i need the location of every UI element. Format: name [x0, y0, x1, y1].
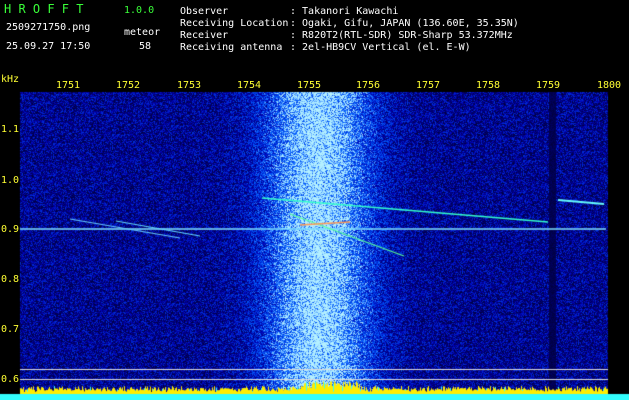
location-label: Receiving Location	[180, 18, 289, 29]
time-tick-1756: 1756	[355, 80, 381, 91]
receiver-value: : R820T2(RTL-SDR) SDR-Sharp 53.372MHz	[290, 30, 513, 41]
receiver-label: Receiver	[180, 30, 229, 41]
file-name: 2509271750.png	[6, 22, 91, 33]
freq-unit-label: kHz	[1, 74, 20, 85]
time-tick-1753: 1753	[176, 80, 202, 91]
observer-value: : Takanori Kawachi	[290, 6, 399, 17]
date-time: 25.09.27 17:50	[6, 41, 91, 52]
time-tick-1752: 1752	[115, 80, 141, 91]
time-tick-1800: 1800	[596, 80, 622, 91]
time-tick-1757: 1757	[415, 80, 441, 91]
freq-tick-0-7: 0.7	[1, 324, 20, 335]
time-tick-1754: 1754	[236, 80, 262, 91]
antenna-value: : 2el-HB9CV Vertical (el. E-W)	[290, 42, 471, 53]
time-tick-1755: 1755	[296, 80, 322, 91]
freq-tick-0-9: 0.9	[1, 224, 20, 235]
time-tick-1759: 1759	[535, 80, 561, 91]
freq-tick-1-1: 1.1	[1, 124, 20, 135]
time-tick-1751: 1751	[55, 80, 81, 91]
antenna-label: Receiving antenna	[180, 42, 283, 53]
header-panel: H R O F F T 1.0.0 2509271750.png meteor …	[0, 0, 629, 72]
freq-tick-0-6: 0.6	[1, 374, 20, 385]
time-tick-1758: 1758	[475, 80, 501, 91]
app-title: H R O F F T	[4, 2, 84, 16]
freq-tick-0-8: 0.8	[1, 274, 20, 285]
observer-label: Observer	[180, 6, 229, 17]
app-version: 1.0.0	[124, 5, 155, 16]
meteor-count: 58	[139, 41, 152, 52]
location-value: : Ogaki, Gifu, JAPAN (136.60E, 35.35N)	[290, 18, 519, 29]
meteor-label: meteor	[124, 27, 161, 38]
freq-tick-1-0: 1.0	[1, 175, 20, 186]
